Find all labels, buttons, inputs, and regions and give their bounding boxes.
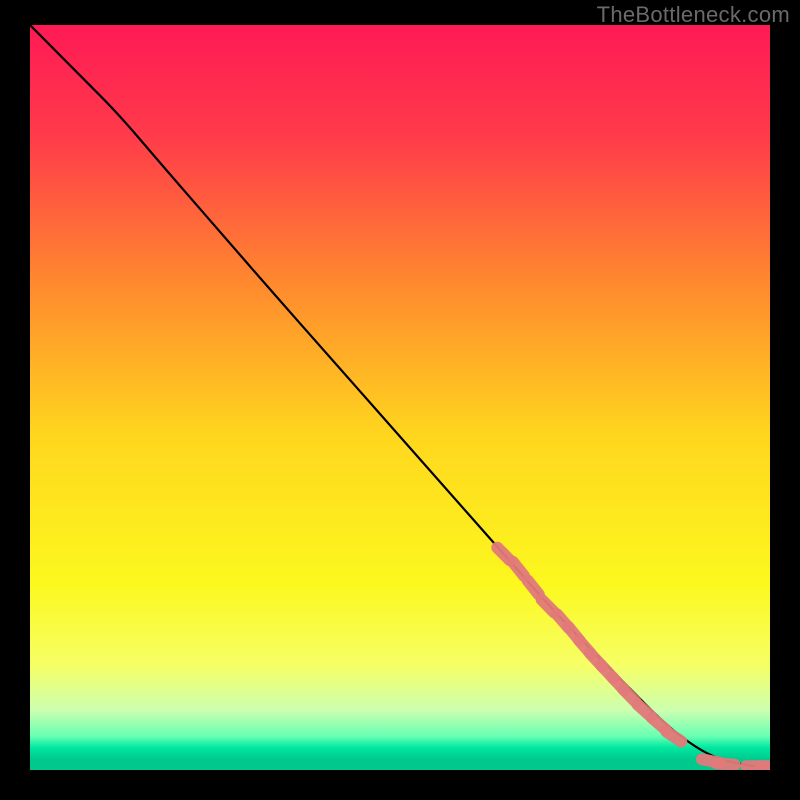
plot-area bbox=[30, 25, 770, 770]
background-gradient bbox=[30, 25, 770, 770]
chart-frame: TheBottleneck.com bbox=[0, 0, 800, 800]
watermark-label: TheBottleneck.com bbox=[597, 2, 790, 28]
